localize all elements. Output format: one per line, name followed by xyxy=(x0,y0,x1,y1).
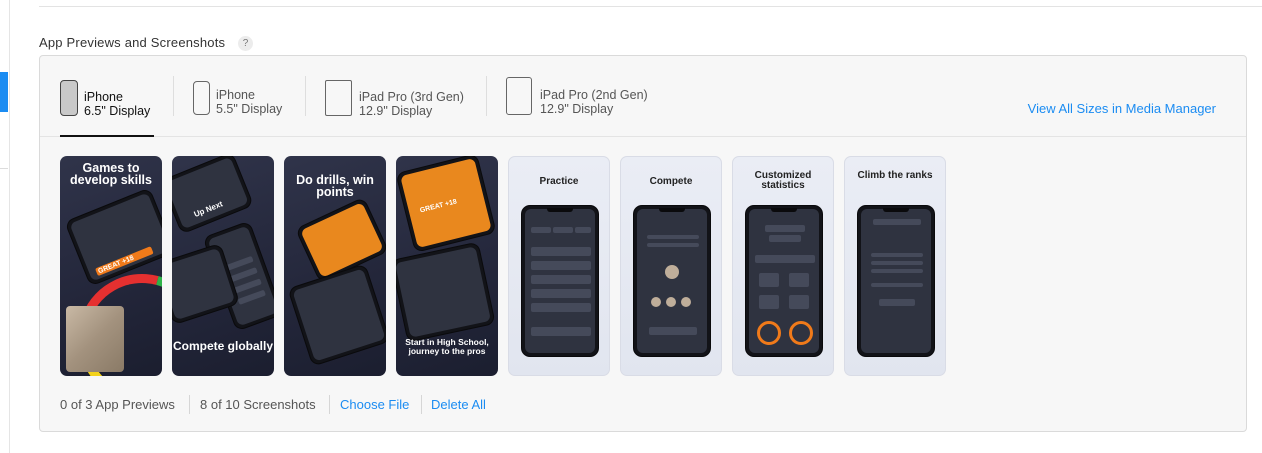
screenshot-thumbnail[interactable]: Climb the ranks xyxy=(844,156,946,376)
screenshot-headline: Climb the ranks xyxy=(857,170,933,181)
phone-mockup xyxy=(521,205,599,357)
ipad-device-icon xyxy=(325,80,352,116)
tab-ipad-pro-2nd-gen[interactable]: iPad Pro (2nd Gen) 12.9" Display xyxy=(506,56,666,136)
screenshot-thumbnail[interactable]: Compete xyxy=(620,156,722,376)
phone-mockup xyxy=(396,241,496,343)
tab-separator xyxy=(486,76,487,116)
active-tab-underline xyxy=(60,135,154,137)
screenshot-headline: Compete globally xyxy=(172,339,273,353)
tab-label-line2: 5.5" Display xyxy=(216,102,283,116)
screenshot-thumbnail[interactable]: Practice xyxy=(508,156,610,376)
screenshot-thumbnail[interactable]: Customized statistics xyxy=(732,156,834,376)
screenshot-thumbnail[interactable]: GREAT +18 Start in High School, journey … xyxy=(396,156,498,376)
phone-mockup xyxy=(745,205,823,357)
screenshot-headline: Start in High School, journey to the pro… xyxy=(405,337,489,356)
tab-ipad-pro-3rd-gen[interactable]: iPad Pro (3rd Gen) 12.9" Display xyxy=(325,56,485,136)
delete-all-button[interactable]: Delete All xyxy=(431,397,486,412)
section-title: App Previews and Screenshots xyxy=(39,35,226,50)
phone-mockup xyxy=(287,263,386,367)
device-tabs: iPhone 6.5" Display iPhone 5.5" Display … xyxy=(40,56,1246,137)
tab-label-line2: 12.9" Display xyxy=(359,104,433,118)
phone-mockup xyxy=(633,205,711,357)
screenshot-headline: Customized statistics xyxy=(754,170,812,191)
iphone-device-icon xyxy=(193,81,210,115)
screenshot-thumbnail[interactable]: Up Next Compete globally xyxy=(172,156,274,376)
tab-iphone-5-5[interactable]: iPhone 5.5" Display xyxy=(193,56,313,136)
tab-label-line1: iPad Pro (2nd Gen) xyxy=(540,88,648,102)
screenshots-panel: iPhone 6.5" Display iPhone 5.5" Display … xyxy=(39,55,1247,432)
footer-separator xyxy=(189,395,190,414)
screenshots-count: 8 of 10 Screenshots xyxy=(200,397,316,412)
tab-label-line2: 6.5" Display xyxy=(84,104,151,118)
phone-mockup: GREAT +18 xyxy=(396,156,497,253)
view-all-sizes-link[interactable]: View All Sizes in Media Manager xyxy=(1028,101,1216,116)
screenshot-thumbnail[interactable]: Games to develop skills GREAT +18 xyxy=(60,156,162,376)
tab-label-line2: 12.9" Display xyxy=(540,102,614,116)
ipad-device-icon xyxy=(506,77,532,115)
screenshot-headline: Compete xyxy=(649,176,693,187)
app-previews-count: 0 of 3 App Previews xyxy=(60,397,175,412)
screenshot-headline: Practice xyxy=(539,176,579,187)
top-divider xyxy=(39,6,1262,7)
rail-selection-indicator xyxy=(0,72,8,112)
choose-file-button[interactable]: Choose File xyxy=(340,397,409,412)
tab-label-line1: iPhone xyxy=(216,88,255,102)
screenshot-headline: Do drills, win points xyxy=(296,173,374,199)
phone-mockup xyxy=(857,205,935,357)
screenshot-headline: Games to develop skills xyxy=(70,161,152,187)
left-rail xyxy=(0,0,10,453)
footer-separator xyxy=(329,395,330,414)
phone-mockup: GREAT +18 xyxy=(64,187,162,287)
help-icon[interactable]: ? xyxy=(238,36,253,51)
screenshot-thumbnail[interactable]: Do drills, win points xyxy=(284,156,386,376)
tab-iphone-6-5[interactable]: iPhone 6.5" Display xyxy=(60,56,160,137)
tab-separator xyxy=(173,76,174,116)
tab-separator xyxy=(305,76,306,116)
tab-label-line1: iPhone xyxy=(84,90,123,104)
iphone-device-icon xyxy=(60,80,78,116)
footer-separator xyxy=(421,395,422,414)
rail-divider xyxy=(0,168,8,169)
tab-label-line1: iPad Pro (3rd Gen) xyxy=(359,90,464,104)
